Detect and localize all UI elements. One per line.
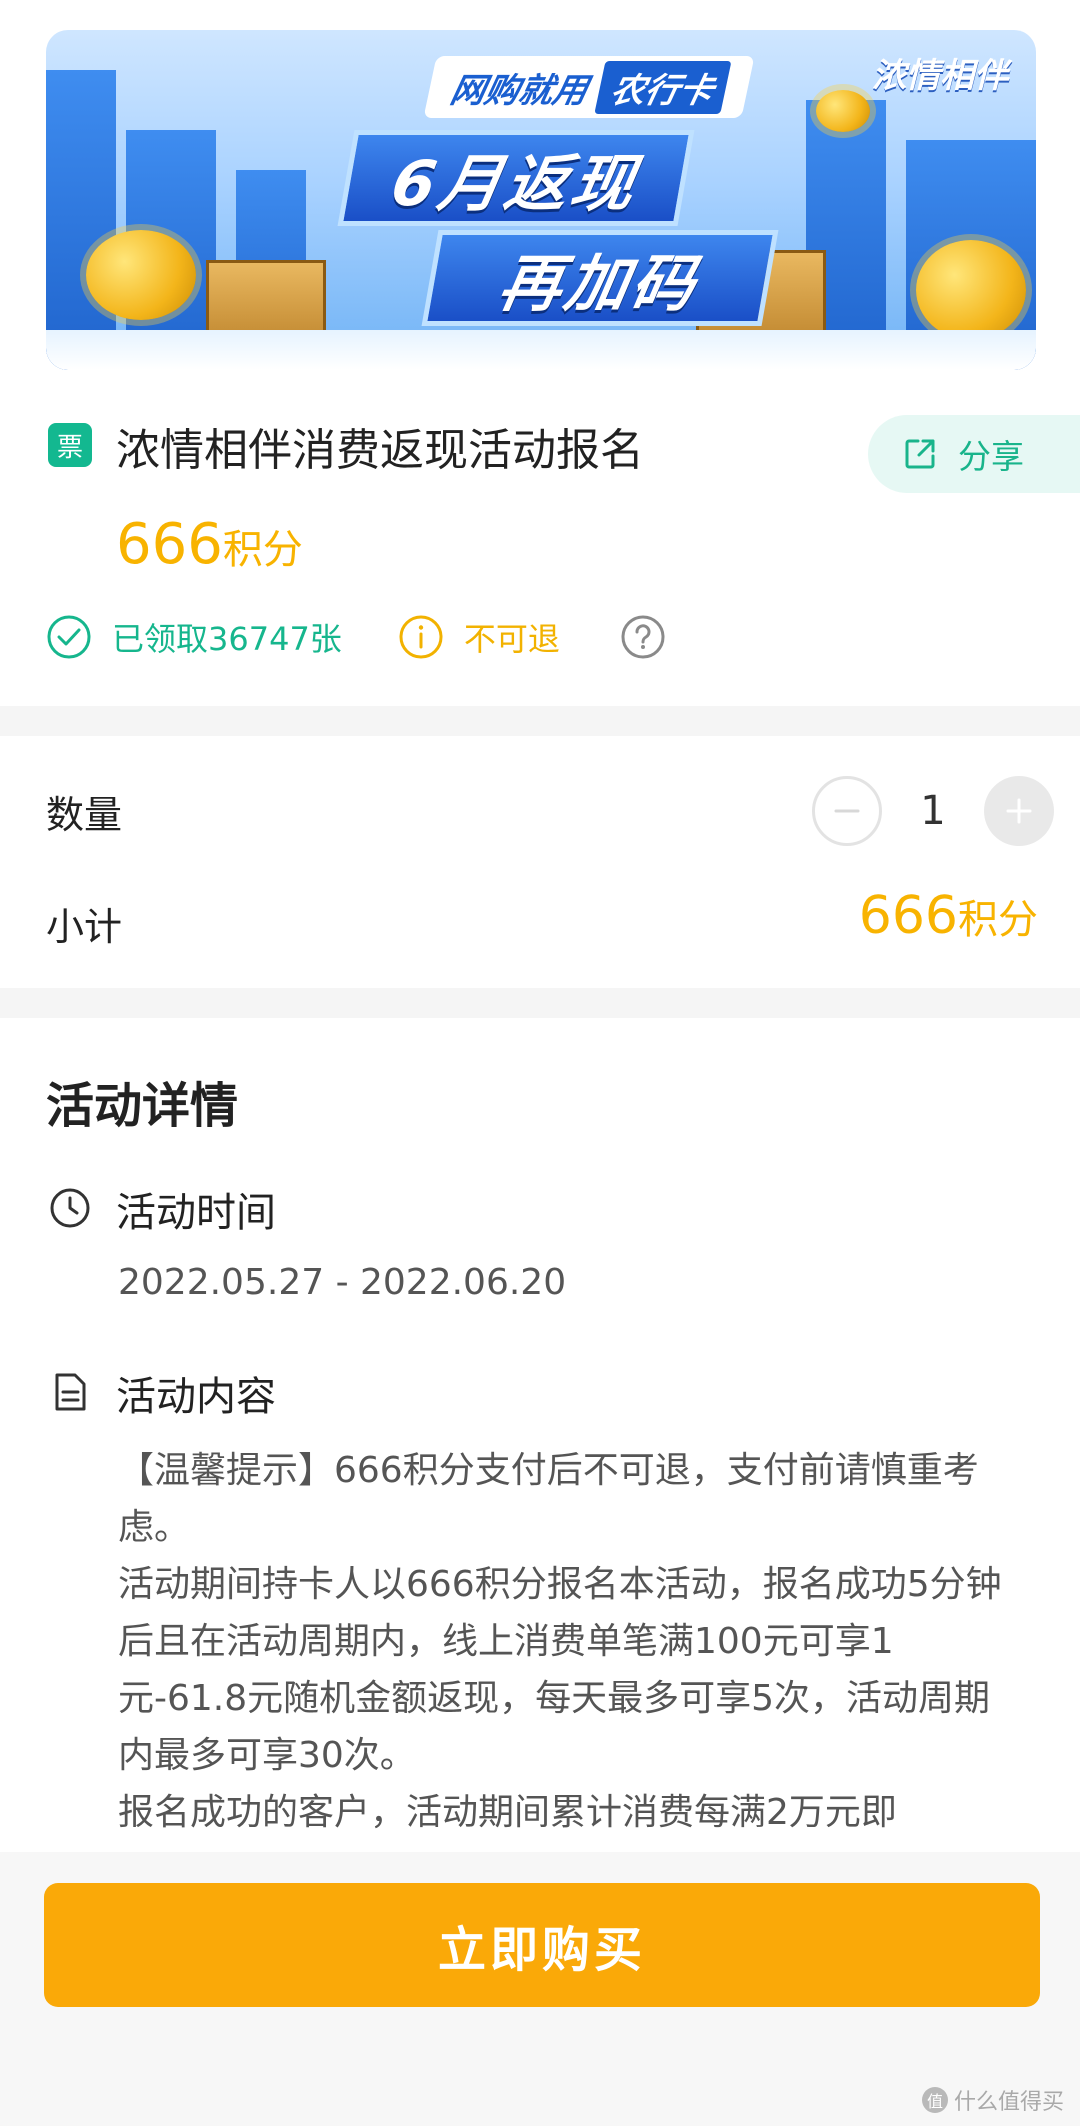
badges-row: 已领取36747张 不可退 [46, 612, 666, 662]
help-button[interactable] [620, 614, 666, 660]
promo-banner[interactable]: 网购就用 农行卡 6月返现 再加码 浓情相伴 [46, 30, 1036, 370]
subtotal-label: 小计 [46, 905, 123, 949]
quantity-value[interactable]: 1 [882, 788, 984, 834]
subtotal-unit: 积分 [958, 897, 1038, 943]
watermark-logo-icon: 值 [921, 2087, 948, 2113]
quantity-label: 数量 [46, 793, 123, 837]
details-title: 活动详情 [46, 1078, 239, 1134]
watermark: 值 什么值得买 [921, 2084, 1064, 2116]
price: 666积分 [116, 512, 303, 577]
content-paragraph: 报名成功的客户，活动期间累计消费每满2万元即 [118, 1792, 897, 1833]
activity-content: 【温馨提示】666积分支付后不可退，支付前请慎重考虑。 活动期间持卡人以666积… [118, 1442, 1008, 1841]
banner-ground [46, 330, 1036, 370]
share-icon [905, 439, 935, 469]
decrease-button[interactable] [812, 776, 882, 846]
section-divider [0, 988, 1080, 1018]
no-refund-text: 不可退 [463, 620, 560, 658]
banner-tag-text: 网购就用 [447, 70, 592, 111]
section-divider [0, 706, 1080, 736]
minus-icon [834, 809, 860, 813]
banner-tag-chip: 农行卡 [594, 60, 732, 114]
claimed-badge: 已领取36747张 [46, 614, 342, 660]
share-label: 分享 [958, 437, 1024, 476]
activity-time-range: 2022.05.27 - 2022.06.20 [118, 1262, 567, 1303]
subtotal: 666积分 [859, 886, 1038, 946]
buy-now-button[interactable]: 立即购买 [44, 1883, 1040, 2007]
ticket-icon: 票 [48, 423, 92, 467]
share-button[interactable]: 分享 [868, 415, 1080, 493]
check-circle-icon [47, 615, 91, 659]
no-refund-badge: 不可退 [398, 614, 560, 660]
price-value: 666 [116, 512, 223, 577]
activity-content-title: 活动内容 [116, 1374, 276, 1420]
claimed-text: 已领取36747张 [112, 620, 342, 658]
product-title: 浓情相伴消费返现活动报名 [116, 425, 644, 476]
increase-button[interactable] [984, 776, 1054, 846]
help-icon [621, 615, 665, 659]
banner-tag: 网购就用 农行卡 [423, 56, 755, 118]
activity-time-title: 活动时间 [116, 1190, 276, 1236]
info-icon [399, 615, 443, 659]
banner-headline-2: 再加码 [421, 230, 779, 326]
banner-headline-1: 6月返现 [337, 130, 695, 226]
content-paragraph: 活动期间持卡人以666积分报名本活动，报名成功5分钟后且在活动周期内，线上消费单… [118, 1564, 1002, 1776]
quantity-stepper: 1 [812, 776, 1054, 846]
price-unit: 积分 [222, 527, 303, 573]
content-paragraph: 【温馨提示】666积分支付后不可退，支付前请慎重考虑。 [118, 1450, 979, 1548]
coin-icon [86, 230, 196, 320]
clock-icon [50, 1188, 90, 1228]
coin-icon [816, 90, 870, 132]
banner-logo: 浓情相伴 [872, 56, 1008, 96]
plus-icon [1006, 798, 1032, 824]
subtotal-value: 666 [858, 886, 958, 946]
coin-icon [916, 240, 1026, 340]
document-icon [55, 1373, 86, 1411]
watermark-text: 什么值得买 [953, 2090, 1064, 2115]
banner-building [46, 70, 116, 370]
